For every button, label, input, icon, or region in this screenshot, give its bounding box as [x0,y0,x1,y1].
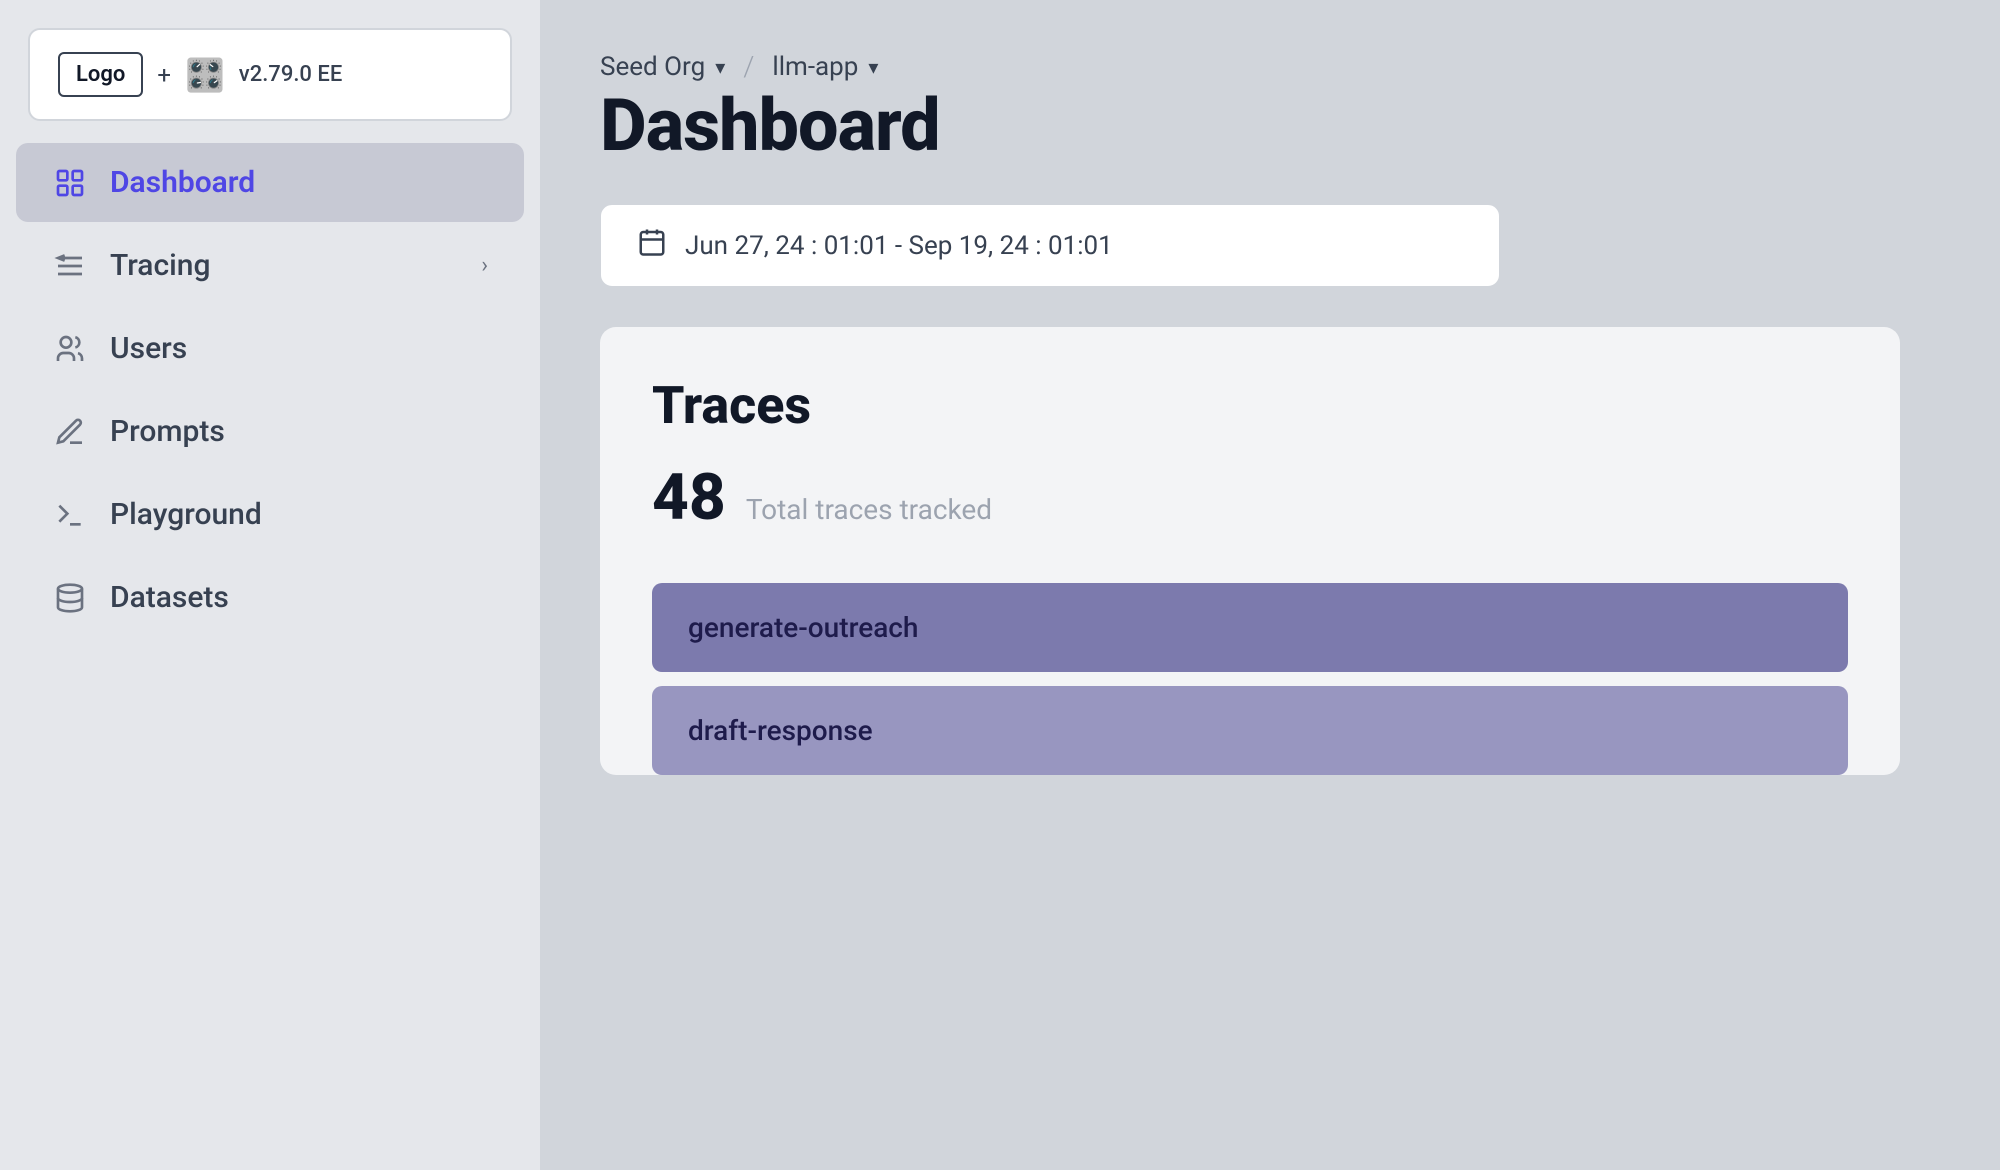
trace-bar-2-label: draft-response [688,714,873,747]
logo-bar: Logo + 🎛️ v2.79.0 EE [28,28,512,121]
logo-box: Logo [58,52,143,97]
trace-bar-2[interactable]: draft-response [652,686,1848,775]
logo-icon: 🎛️ [185,56,225,94]
sidebar-item-label-prompts: Prompts [110,414,225,449]
traces-title: Traces [652,375,1848,436]
sidebar-item-label-users: Users [110,331,187,366]
logo-plus: + [157,61,171,89]
prompts-icon [52,416,88,448]
breadcrumb-app-name: llm-app [772,52,858,82]
org-chevron-down-icon: ▾ [715,55,725,79]
traces-card: Traces 48 Total traces tracked generate-… [600,327,1900,775]
playground-icon [52,499,88,531]
sidebar-item-playground[interactable]: Playground [16,475,524,554]
tracing-icon [52,250,88,282]
breadcrumb-separator: / [743,50,754,83]
sidebar-item-label-tracing: Tracing [110,248,211,283]
tracing-chevron-icon: › [481,253,488,278]
sidebar-item-users[interactable]: Users [16,309,524,388]
traces-count-label: Total traces tracked [746,493,992,526]
trace-bar-1-label: generate-outreach [688,611,918,644]
logo-text: Logo [76,62,125,87]
app-chevron-down-icon: ▾ [868,55,878,79]
sidebar: Logo + 🎛️ v2.79.0 EE Dashboard [0,0,540,1170]
breadcrumb-org[interactable]: Seed Org ▾ [600,52,725,82]
breadcrumb-org-name: Seed Org [600,52,705,82]
sidebar-item-label-playground: Playground [110,497,262,532]
navigation: Dashboard Tracing › [0,121,540,659]
trace-bar-1[interactable]: generate-outreach [652,583,1848,672]
traces-count: 48 [652,460,726,535]
sidebar-item-prompts[interactable]: Prompts [16,392,524,471]
traces-count-row: 48 Total traces tracked [652,460,1848,535]
sidebar-item-tracing[interactable]: Tracing › [16,226,524,305]
page-title: Dashboard [600,83,1940,168]
sidebar-item-dashboard[interactable]: Dashboard [16,143,524,222]
logo-version: v2.79.0 EE [239,62,342,87]
sidebar-item-label-datasets: Datasets [110,580,229,615]
breadcrumb-app[interactable]: llm-app ▾ [772,52,878,82]
sidebar-item-datasets[interactable]: Datasets [16,558,524,637]
datasets-icon [52,582,88,614]
date-range-text: Jun 27, 24 : 01:01 - Sep 19, 24 : 01:01 [685,231,1113,261]
breadcrumb: Seed Org ▾ / llm-app ▾ [600,50,1940,83]
date-range-bar[interactable]: Jun 27, 24 : 01:01 - Sep 19, 24 : 01:01 [600,204,1500,287]
main-content: Seed Org ▾ / llm-app ▾ Dashboard Jun 27,… [540,0,2000,1170]
sidebar-item-label-dashboard: Dashboard [110,165,255,200]
dashboard-icon [52,167,88,199]
users-icon [52,333,88,365]
calendar-icon [637,227,667,264]
